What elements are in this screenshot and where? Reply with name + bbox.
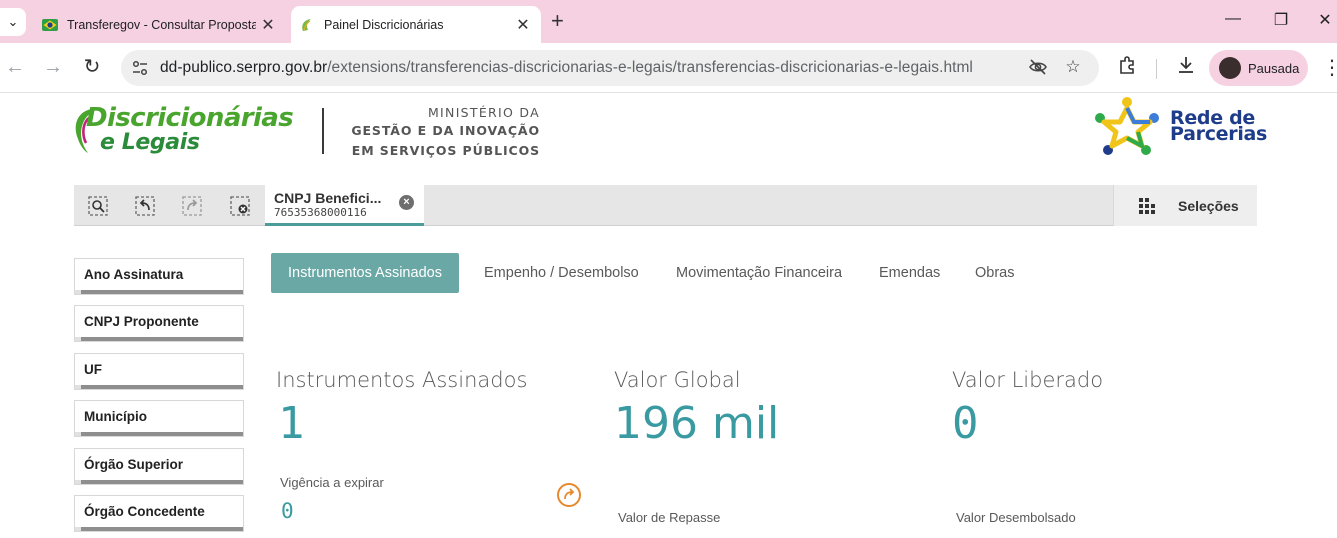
filter-label: CNPJ Proponente <box>84 314 199 329</box>
filter-orgao-superior[interactable]: Órgão Superior <box>74 448 244 485</box>
new-tab-button[interactable]: + <box>551 9 564 33</box>
kpi-value-valor-liberado: 0 <box>952 398 979 449</box>
tab-movimentacao-financeira[interactable]: Movimentação Financeira <box>676 253 842 293</box>
back-icon[interactable]: ← <box>2 55 28 79</box>
toolbar-divider <box>1156 59 1157 79</box>
chip-field-value: 76535368000116 <box>274 206 367 219</box>
ministry-line2: GESTÃO E DA INOVAÇÃO <box>351 123 540 138</box>
clear-selections-icon[interactable] <box>229 195 251 217</box>
site-info-icon[interactable] <box>131 59 149 77</box>
tab-instrumentos-assinados[interactable]: Instrumentos Assinados <box>271 253 459 293</box>
filter-label: Órgão Superior <box>84 457 184 472</box>
eye-off-icon[interactable] <box>1026 57 1050 82</box>
browser-menu-icon[interactable]: ⋮ <box>1322 55 1337 80</box>
filter-label: Município <box>84 409 147 424</box>
partners-star-icon <box>1095 97 1159 155</box>
tab-obras[interactable]: Obras <box>975 253 1015 293</box>
close-tab-icon[interactable]: ✕ <box>511 15 535 35</box>
subkpi-title-repasse: Valor de Repasse <box>618 510 721 525</box>
url-path: /extensions/transferencias-discricionari… <box>327 59 973 76</box>
filter-municipio[interactable]: Município <box>74 400 244 437</box>
tab-title: Painel Discricionárias <box>324 17 444 32</box>
header-divider <box>322 108 324 154</box>
step-forward-icon[interactable] <box>181 195 203 217</box>
tab-emendas[interactable]: Emendas <box>879 253 940 293</box>
browser-tab-painel[interactable]: Painel Discricionárias ✕ <box>291 6 541 43</box>
discricionarias-logo: Discricionárias e Legais <box>72 103 302 161</box>
filter-ano-assinatura[interactable]: Ano Assinatura <box>74 258 244 295</box>
filter-cnpj-proponente[interactable]: CNPJ Proponente <box>74 305 244 342</box>
selection-toolbar: CNPJ Benefici... 76535368000116 × Seleçõ… <box>74 185 1257 226</box>
url-text: dd-publico.serpro.gov.br/extensions/tran… <box>160 59 973 77</box>
ministry-line1: MINISTÉRIO DA <box>427 105 540 120</box>
kpi-value-valor-global: 196 mil <box>614 398 780 449</box>
minimize-icon[interactable]: — <box>1221 10 1245 28</box>
kpi-value-instrumentos: 1 <box>278 398 305 449</box>
extensions-icon[interactable] <box>1115 55 1141 81</box>
forward-icon[interactable]: → <box>40 55 66 79</box>
refresh-icon[interactable] <box>556 482 582 508</box>
filter-state-bar <box>75 337 243 341</box>
filter-state-bar <box>75 385 243 389</box>
chip-field-name: CNPJ Benefici... <box>274 190 382 206</box>
kpi-title-valor-liberado: Valor Liberado <box>952 368 1104 392</box>
browser-toolbar: ← → ↻ dd-publico.serpro.gov.br/extension… <box>0 43 1337 93</box>
kpi-title-instrumentos: Instrumentos Assinados <box>276 368 528 392</box>
step-back-icon[interactable] <box>134 195 156 217</box>
close-tab-icon[interactable]: ✕ <box>256 15 280 35</box>
brazil-flag-icon <box>42 18 58 31</box>
browser-tab-transferegov[interactable]: Transferegov - Consultar Proposta ✕ <box>34 6 286 43</box>
selections-label: Seleções <box>1178 197 1239 214</box>
tab-title: Transferegov - Consultar Proposta <box>67 17 256 32</box>
subkpi-title-desembolsado: Valor Desembolsado <box>956 510 1076 525</box>
filter-label: UF <box>84 362 102 377</box>
filter-state-bar <box>75 290 243 294</box>
url-host: dd-publico.serpro.gov.br <box>160 59 328 76</box>
filter-orgao-concedente[interactable]: Órgão Concedente <box>74 495 244 532</box>
restore-window-icon[interactable]: ❐ <box>1269 10 1293 30</box>
tab-search-button[interactable]: ⌄ <box>0 8 26 36</box>
filter-uf[interactable]: UF <box>74 353 244 390</box>
address-bar[interactable]: dd-publico.serpro.gov.br/extensions/tran… <box>121 50 1099 86</box>
grid-icon <box>1139 197 1155 214</box>
selections-button[interactable]: Seleções <box>1113 185 1257 226</box>
remove-selection-icon[interactable]: × <box>399 195 414 210</box>
filter-label: Ano Assinatura <box>84 267 184 282</box>
subkpi-value-vigencia: 0 <box>281 499 294 523</box>
selection-chip-cnpj[interactable]: CNPJ Benefici... 76535368000116 × <box>265 185 424 226</box>
rede-de-parcerias-logo: Rede de Parcerias <box>1094 96 1268 158</box>
logo-text-line1: Discricionárias <box>86 103 294 133</box>
subkpi-title-vigencia: Vigência a expirar <box>280 475 384 490</box>
logo-text-line2: e Legais <box>100 130 200 155</box>
leaf-favicon-icon <box>302 18 311 31</box>
tab-empenho-desembolso[interactable]: Empenho / Desembolso <box>484 253 639 293</box>
filter-state-bar <box>75 432 243 436</box>
download-icon[interactable] <box>1173 55 1199 81</box>
close-window-icon[interactable]: ✕ <box>1313 10 1337 30</box>
ministry-line3: EM SERVIÇOS PÚBLICOS <box>351 143 540 158</box>
filter-state-bar <box>75 527 243 531</box>
filter-label: Órgão Concedente <box>84 504 205 519</box>
partner-line2: Parcerias <box>1170 123 1268 145</box>
profile-button[interactable]: Pausada <box>1209 50 1308 86</box>
profile-label: Pausada <box>1248 60 1300 76</box>
browser-tab-strip: ⌄ Transferegov - Consultar Proposta ✕ Pa… <box>0 0 1337 43</box>
smart-search-icon[interactable] <box>87 195 109 217</box>
ministry-logo: MINISTÉRIO DA GESTÃO E DA INOVAÇÃO EM SE… <box>340 104 540 161</box>
filter-state-bar <box>75 480 243 484</box>
bookmark-star-icon[interactable]: ☆ <box>1061 57 1085 77</box>
kpi-title-valor-global: Valor Global <box>614 368 741 392</box>
avatar <box>1219 57 1241 79</box>
reload-icon[interactable]: ↻ <box>79 55 105 79</box>
